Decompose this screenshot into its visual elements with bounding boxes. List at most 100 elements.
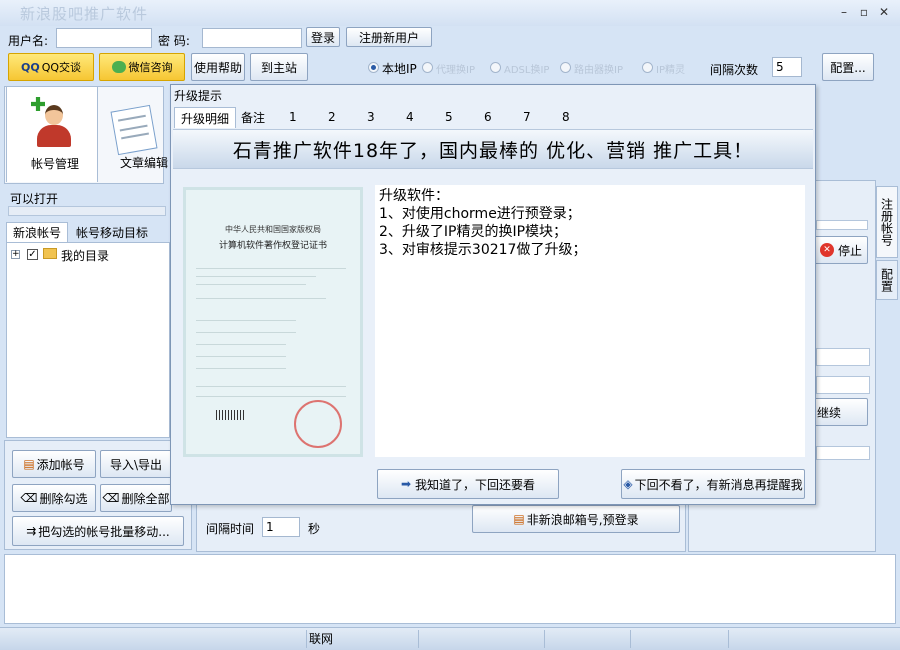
delete-checked-button[interactable]: ⌫ 删除勾选	[12, 484, 96, 512]
tree-expand-icon[interactable]: +	[11, 250, 20, 259]
tab-6[interactable]: 6	[478, 107, 498, 127]
tab-1[interactable]: 1	[283, 107, 303, 127]
dont-show-again-label: 下回不看了，有新消息再提醒我	[634, 477, 803, 492]
radio-router-ip-label: 路由器换IP	[574, 65, 623, 76]
acknowledge-button[interactable]: ➡ 我知道了，下回还要看	[377, 469, 559, 499]
register-button[interactable]: 注册新用户	[346, 27, 432, 47]
tab-3[interactable]: 3	[361, 107, 381, 127]
red-seal-icon	[294, 400, 342, 448]
wechat-label: 微信咨询	[128, 61, 173, 74]
eraser-all-icon: ⌫	[102, 491, 120, 505]
help-button[interactable]: 使用帮助	[191, 53, 245, 81]
arrow-right-icon: ➡	[400, 477, 412, 491]
certificate-header: 中华人民共和国国家版权局	[225, 225, 321, 234]
tab-remarks[interactable]: 备注	[235, 107, 271, 127]
delete-all-label: 删除全部	[121, 491, 170, 506]
password-label: 密 码:	[158, 34, 190, 48]
openable-label: 可以打开	[10, 192, 59, 206]
side-tab-config[interactable]: 配置	[876, 260, 898, 300]
status-segment-network: 联网	[306, 630, 418, 648]
interval-count-input[interactable]: 5	[772, 57, 802, 77]
radio-proxy-ip[interactable]	[422, 62, 433, 73]
upgrade-dialog: 升级提示 升级明细 备注 1 2 3 4 5 6 7 8 石青推广软件18年了，…	[170, 84, 816, 505]
log-area[interactable]	[4, 554, 896, 624]
right-progress	[816, 220, 868, 230]
qq-icon: QQ	[20, 60, 40, 74]
account-tree: + ✓ 我的目录	[6, 242, 170, 438]
tab-7[interactable]: 7	[517, 107, 537, 127]
tab-move-target[interactable]: 帐号移动目标	[70, 222, 154, 242]
prelogin-button[interactable]: ▤ 非新浪邮箱号,预登录	[472, 505, 680, 533]
login-button[interactable]: 登录	[306, 27, 340, 47]
qq-chat-button[interactable]: QQ QQ交谈	[8, 53, 94, 81]
stop-label: 停止	[837, 243, 862, 258]
prelogin-label: 非新浪邮箱号,预登录	[526, 512, 639, 527]
notes-line-1: 1、对使用chorme进行预登录；	[379, 206, 581, 222]
add-account-label: 添加帐号	[36, 457, 85, 472]
eraser-icon: ⌫	[20, 491, 38, 505]
add-account-button[interactable]: ▤ 添加帐号	[12, 450, 96, 478]
radio-local-ip[interactable]	[368, 62, 379, 73]
barcode-icon	[216, 410, 246, 420]
move-icon: ⇉	[26, 524, 37, 538]
radio-router-ip[interactable]	[560, 62, 571, 73]
delete-all-button[interactable]: ⌫ 删除全部	[100, 484, 172, 512]
dont-show-again-button[interactable]: ◈ 下回不看了，有新消息再提醒我	[621, 469, 805, 499]
stop-button[interactable]: ✕ 停止	[814, 236, 868, 264]
home-site-button[interactable]: 到主站	[250, 53, 308, 81]
status-bar: 联网	[0, 627, 900, 650]
tab-5[interactable]: 5	[439, 107, 459, 127]
tab-2[interactable]: 2	[322, 107, 342, 127]
tab-4[interactable]: 4	[400, 107, 420, 127]
username-input[interactable]	[56, 28, 152, 48]
folder-icon	[43, 248, 57, 259]
dialog-title: 升级提示	[174, 89, 223, 103]
radio-adsl-ip[interactable]	[490, 62, 501, 73]
status-segment-4	[630, 630, 728, 648]
status-segment-2	[418, 630, 544, 648]
tab-upgrade-detail[interactable]: 升级明细	[174, 107, 237, 128]
delete-checked-label: 删除勾选	[39, 491, 88, 506]
notes-line-0: 升级软件：	[379, 188, 449, 204]
close-button[interactable]: ✕	[876, 5, 892, 19]
batch-move-button[interactable]: ⇉ 把勾选的帐号批量移动...	[12, 516, 184, 546]
stop-icon: ✕	[819, 243, 834, 257]
side-tab-register[interactable]: 注册帐号	[876, 186, 898, 258]
continue-button[interactable]: 继续	[814, 398, 868, 426]
import-export-button[interactable]: 导入\导出	[100, 450, 172, 478]
progress-bar	[8, 206, 166, 216]
config-button[interactable]: 配置...	[822, 53, 874, 81]
right-field-1[interactable]	[816, 348, 870, 366]
status-segment-5	[728, 630, 900, 648]
radio-proxy-ip-label: 代理换IP	[436, 65, 475, 76]
tree-checkbox[interactable]: ✓	[27, 249, 38, 260]
minimize-button[interactable]: –	[836, 5, 852, 19]
maximize-button[interactable]: ▫	[856, 5, 872, 19]
interval-time-input[interactable]: 1	[262, 517, 300, 537]
upgrade-notes: 升级软件： 1、对使用chorme进行预登录； 2、升级了IP精灵的换IP模块；…	[375, 185, 805, 457]
window-title: 新浪股吧推广软件	[20, 5, 149, 23]
copyright-certificate-image: 中华人民共和国国家版权局 计算机软件著作权登记证书	[183, 187, 363, 457]
radio-ip-sprite-label: IP精灵	[656, 65, 685, 76]
network-status: 联网	[309, 632, 334, 646]
qq-chat-label: QQ交谈	[41, 61, 82, 74]
tab-8[interactable]: 8	[556, 107, 576, 127]
nav-account-manage[interactable]: 帐号管理	[6, 86, 98, 182]
right-field-2[interactable]	[816, 376, 870, 394]
radio-ip-sprite[interactable]	[642, 62, 653, 73]
wechat-button[interactable]: 微信咨询	[99, 53, 185, 81]
tab-sina-account[interactable]: 新浪帐号	[6, 222, 69, 242]
certificate-title: 计算机软件著作权登记证书	[218, 241, 327, 251]
batch-move-label: 把勾选的帐号批量移动...	[38, 524, 170, 539]
nav-article-label: 文章编辑	[120, 156, 169, 170]
wechat-icon	[111, 61, 126, 73]
notes-line-2: 2、升级了IP精灵的换IP模块；	[379, 224, 568, 240]
status-segment-3	[544, 630, 630, 648]
radio-local-ip-label: 本地IP	[382, 62, 417, 76]
notes-line-3: 3、对审核提示30217做了升级；	[379, 242, 587, 258]
nav-article-edit[interactable]: 文章编辑	[100, 86, 170, 182]
password-input[interactable]	[202, 28, 302, 48]
mail-icon: ▤	[513, 512, 525, 526]
title-bar: 新浪股吧推广软件 – ▫ ✕	[0, 0, 900, 26]
interval-unit-label: 秒	[308, 522, 321, 536]
